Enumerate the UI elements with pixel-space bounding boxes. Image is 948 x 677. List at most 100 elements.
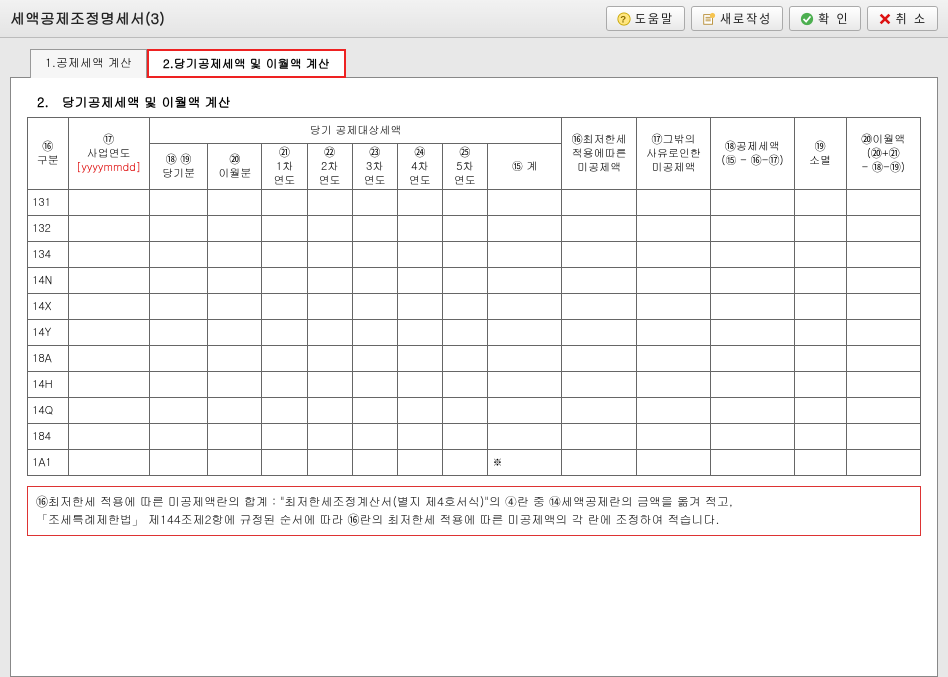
cell[interactable]: [352, 346, 397, 372]
cell[interactable]: [846, 372, 921, 398]
cell[interactable]: [562, 294, 636, 320]
cell[interactable]: [262, 346, 307, 372]
cell[interactable]: [442, 346, 487, 372]
cell[interactable]: [442, 242, 487, 268]
cell[interactable]: [636, 424, 710, 450]
cell[interactable]: [487, 346, 561, 372]
cell[interactable]: [442, 424, 487, 450]
cell[interactable]: [352, 372, 397, 398]
cell[interactable]: [208, 320, 262, 346]
cell[interactable]: [487, 320, 561, 346]
cell[interactable]: [397, 450, 442, 476]
row-code[interactable]: 18A: [28, 346, 69, 372]
row-code[interactable]: 132: [28, 216, 69, 242]
cell[interactable]: [397, 294, 442, 320]
cell[interactable]: [711, 398, 794, 424]
help-button[interactable]: ? 도움말: [606, 6, 685, 31]
cell[interactable]: [794, 242, 846, 268]
cell[interactable]: [846, 190, 921, 216]
row-code[interactable]: 131: [28, 190, 69, 216]
cell[interactable]: [711, 424, 794, 450]
cell[interactable]: [397, 372, 442, 398]
cell[interactable]: [262, 190, 307, 216]
cell[interactable]: [397, 190, 442, 216]
cell[interactable]: [352, 268, 397, 294]
cell[interactable]: [442, 294, 487, 320]
cell[interactable]: [397, 242, 442, 268]
cell[interactable]: [846, 268, 921, 294]
cell[interactable]: [636, 268, 710, 294]
cell[interactable]: [149, 450, 208, 476]
cell[interactable]: [636, 216, 710, 242]
cell[interactable]: [846, 216, 921, 242]
cell[interactable]: [846, 424, 921, 450]
cell[interactable]: [68, 242, 149, 268]
cell[interactable]: [149, 346, 208, 372]
cell[interactable]: [846, 320, 921, 346]
cell[interactable]: [68, 372, 149, 398]
cell[interactable]: [442, 268, 487, 294]
cell[interactable]: [794, 450, 846, 476]
cell[interactable]: [636, 320, 710, 346]
cell[interactable]: [307, 320, 352, 346]
cell[interactable]: [149, 320, 208, 346]
cell[interactable]: [352, 320, 397, 346]
cell[interactable]: [208, 190, 262, 216]
cell[interactable]: [711, 346, 794, 372]
row-code[interactable]: 184: [28, 424, 69, 450]
cell[interactable]: [487, 398, 561, 424]
cell[interactable]: [442, 398, 487, 424]
cell[interactable]: [307, 242, 352, 268]
cell[interactable]: [208, 424, 262, 450]
cell[interactable]: [442, 372, 487, 398]
cell[interactable]: [307, 294, 352, 320]
cell[interactable]: [149, 216, 208, 242]
cell[interactable]: [636, 190, 710, 216]
cell[interactable]: [68, 424, 149, 450]
cell[interactable]: [149, 294, 208, 320]
cell[interactable]: [636, 450, 710, 476]
cell[interactable]: [442, 190, 487, 216]
cell[interactable]: [208, 268, 262, 294]
cell[interactable]: [794, 294, 846, 320]
cell[interactable]: [397, 320, 442, 346]
cell[interactable]: [352, 190, 397, 216]
cell[interactable]: [562, 372, 636, 398]
cell[interactable]: [307, 398, 352, 424]
cell[interactable]: [307, 450, 352, 476]
cell[interactable]: [352, 216, 397, 242]
cell[interactable]: [442, 450, 487, 476]
cell[interactable]: [352, 450, 397, 476]
cell[interactable]: [307, 190, 352, 216]
cell[interactable]: [307, 346, 352, 372]
cell[interactable]: [68, 268, 149, 294]
cell[interactable]: ※: [487, 450, 561, 476]
row-code[interactable]: 14N: [28, 268, 69, 294]
cell[interactable]: [397, 398, 442, 424]
cell[interactable]: [208, 398, 262, 424]
cell[interactable]: [442, 216, 487, 242]
cell[interactable]: [208, 346, 262, 372]
cell[interactable]: [307, 424, 352, 450]
cell[interactable]: [487, 268, 561, 294]
cell[interactable]: [68, 294, 149, 320]
cell[interactable]: [794, 190, 846, 216]
cell[interactable]: [262, 398, 307, 424]
cell[interactable]: [307, 216, 352, 242]
cell[interactable]: [846, 242, 921, 268]
cell[interactable]: [794, 424, 846, 450]
cell[interactable]: [352, 242, 397, 268]
cell[interactable]: [562, 268, 636, 294]
cell[interactable]: [68, 190, 149, 216]
cell[interactable]: [711, 294, 794, 320]
row-code[interactable]: 1A1: [28, 450, 69, 476]
cell[interactable]: [487, 424, 561, 450]
cell[interactable]: [442, 320, 487, 346]
cell[interactable]: [352, 424, 397, 450]
cell[interactable]: [636, 372, 710, 398]
cell[interactable]: [562, 424, 636, 450]
cell[interactable]: [149, 398, 208, 424]
cell[interactable]: [711, 268, 794, 294]
cell[interactable]: [68, 450, 149, 476]
cell[interactable]: [636, 346, 710, 372]
